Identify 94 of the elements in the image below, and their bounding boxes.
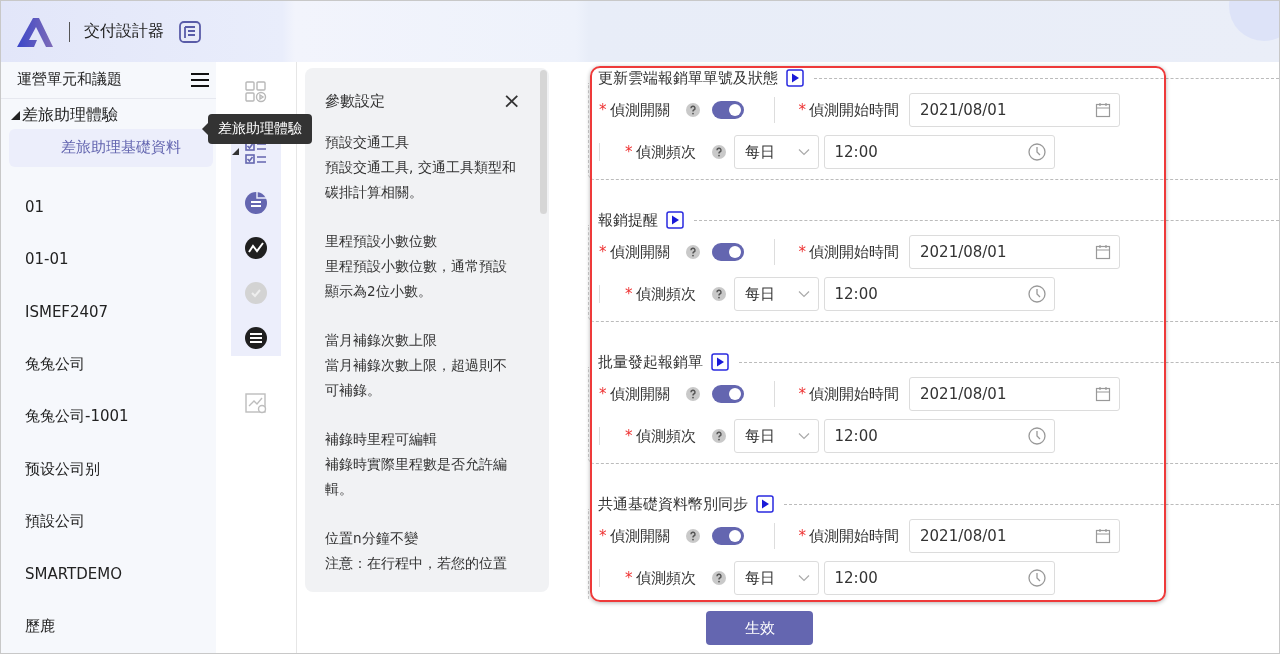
tree-item[interactable]: SMARTDEMO bbox=[1, 548, 216, 601]
toggle-switch[interactable] bbox=[711, 101, 744, 119]
toggle-switch[interactable] bbox=[711, 385, 744, 403]
field-label: * 偵測頻次 bbox=[625, 142, 696, 162]
expanded-arrow-icon bbox=[232, 148, 239, 155]
setting-description: 注意：在行程中，若您的位置 bbox=[325, 554, 508, 573]
list-icon[interactable] bbox=[244, 326, 268, 350]
apply-button[interactable]: 生效 bbox=[706, 611, 813, 645]
expanded-arrow-icon bbox=[11, 111, 20, 120]
time-field[interactable]: 12:00 bbox=[823, 561, 1055, 595]
sidebar-title: 運營單元和議題 bbox=[17, 70, 122, 90]
setting-description: 當月補錄次數上限，超過則不可補錄。 bbox=[325, 356, 508, 400]
setting-title: 里程預設小數位數 bbox=[325, 232, 438, 251]
setting-title: 預設交通工具 bbox=[325, 133, 410, 152]
frequency-select[interactable]: 每日 bbox=[733, 561, 819, 595]
tree-item[interactable]: 差旅助理基礎資料 bbox=[9, 128, 213, 167]
close-button[interactable]: × bbox=[502, 90, 521, 112]
tree-item[interactable]: 01 bbox=[1, 180, 216, 233]
tooltip: 差旅助理體驗 bbox=[208, 114, 312, 144]
tree-item[interactable]: 預設公司 bbox=[1, 495, 216, 548]
frequency-select[interactable]: 每日 bbox=[733, 277, 819, 311]
logo-icon bbox=[15, 15, 55, 48]
panel-title: 參數設定 bbox=[325, 91, 385, 111]
check-circle-icon[interactable] bbox=[244, 281, 268, 305]
tree-item[interactable]: 兔兔公司 bbox=[1, 338, 216, 391]
date-field[interactable]: 2021/08/01 bbox=[909, 519, 1120, 553]
toggle-switch[interactable] bbox=[711, 243, 744, 261]
time-field[interactable]: 12:00 bbox=[823, 277, 1055, 311]
play-icon[interactable] bbox=[756, 495, 774, 513]
setting-description: 預設交通工具, 交通工具類型和碳排計算相關。 bbox=[325, 158, 517, 202]
calendar-icon bbox=[1095, 386, 1111, 402]
clock-icon bbox=[1027, 427, 1046, 445]
time-field[interactable]: 12:00 bbox=[823, 419, 1055, 453]
tree-item[interactable]: 歷鹿 bbox=[1, 600, 216, 653]
tooltip-pointer bbox=[202, 123, 208, 135]
app-title: 交付設計器 bbox=[84, 21, 164, 42]
help-icon[interactable] bbox=[685, 245, 700, 259]
clock-icon bbox=[1027, 285, 1046, 303]
play-icon[interactable] bbox=[786, 69, 804, 87]
setting-title: 當月補錄次數上限 bbox=[325, 331, 438, 350]
section-title: 批量發起報銷單 bbox=[598, 352, 703, 372]
chevron-down-icon bbox=[797, 290, 810, 298]
menu-icon[interactable] bbox=[190, 71, 210, 88]
clock-icon bbox=[1027, 143, 1046, 161]
line-chart-icon[interactable] bbox=[244, 236, 268, 260]
play-icon[interactable] bbox=[666, 211, 684, 229]
field-label: * 偵測頻次 bbox=[625, 568, 696, 588]
field-label: * 偵測開關 bbox=[599, 384, 670, 404]
field-label: * 偵測開始時間 bbox=[798, 242, 899, 262]
help-icon[interactable] bbox=[711, 287, 726, 301]
clock-icon bbox=[1027, 569, 1046, 587]
calendar-icon bbox=[1095, 528, 1111, 544]
toggle-switch[interactable] bbox=[711, 527, 744, 545]
document-icon[interactable] bbox=[244, 191, 268, 215]
field-label: * 偵測開關 bbox=[599, 100, 670, 120]
time-field[interactable]: 12:00 bbox=[823, 135, 1055, 169]
tree-item[interactable]: 预设公司别 bbox=[1, 443, 216, 496]
play-icon[interactable] bbox=[711, 353, 729, 371]
field-label: * 偵測開始時間 bbox=[798, 384, 899, 404]
help-icon[interactable] bbox=[685, 529, 700, 543]
tree-group[interactable]: 差旅助理體驗 bbox=[1, 98, 118, 121]
section-title: 共通基礎資料幣別同步 bbox=[598, 494, 748, 514]
field-label: * 偵測頻次 bbox=[625, 426, 696, 446]
tree-item[interactable]: 01-01 bbox=[1, 233, 216, 286]
field-label: * 偵測開始時間 bbox=[798, 100, 899, 120]
chevron-down-icon bbox=[797, 574, 810, 582]
frequency-select[interactable]: 每日 bbox=[733, 135, 819, 169]
setting-description: 補錄時實際里程數是否允許編輯。 bbox=[325, 455, 508, 499]
section-title: 報銷提醒 bbox=[598, 210, 658, 230]
tree-item[interactable]: 兔兔公司-1001 bbox=[1, 390, 216, 443]
setting-title: 補錄時里程可編輯 bbox=[325, 430, 438, 449]
layout-icon[interactable] bbox=[178, 19, 202, 44]
frequency-select[interactable]: 每日 bbox=[733, 419, 819, 453]
help-icon[interactable] bbox=[711, 571, 726, 585]
date-field[interactable]: 2021/08/01 bbox=[909, 235, 1120, 269]
date-field[interactable]: 2021/08/01 bbox=[909, 93, 1120, 127]
chevron-down-icon bbox=[797, 148, 810, 156]
chevron-down-icon bbox=[797, 432, 810, 440]
setting-title: 位置n分鐘不變 bbox=[325, 529, 419, 548]
setting-description: 里程預設小數位數，通常預設顯示為2位小數。 bbox=[325, 257, 508, 301]
tree-item[interactable]: ISMEF2407 bbox=[1, 285, 216, 338]
calendar-icon bbox=[1095, 102, 1111, 118]
field-label: * 偵測頻次 bbox=[625, 284, 696, 304]
field-label: * 偵測開關 bbox=[599, 242, 670, 262]
date-field[interactable]: 2021/08/01 bbox=[909, 377, 1120, 411]
calendar-icon bbox=[1095, 244, 1111, 260]
help-icon[interactable] bbox=[685, 103, 700, 117]
scrollbar-thumb[interactable] bbox=[540, 70, 547, 214]
field-label: * 偵測開關 bbox=[599, 526, 670, 546]
help-icon[interactable] bbox=[685, 387, 700, 401]
field-label: * 偵測開始時間 bbox=[798, 526, 899, 546]
help-icon[interactable] bbox=[711, 145, 726, 159]
help-icon[interactable] bbox=[711, 429, 726, 443]
section-title: 更新雲端報銷單單號及狀態 bbox=[598, 68, 778, 88]
